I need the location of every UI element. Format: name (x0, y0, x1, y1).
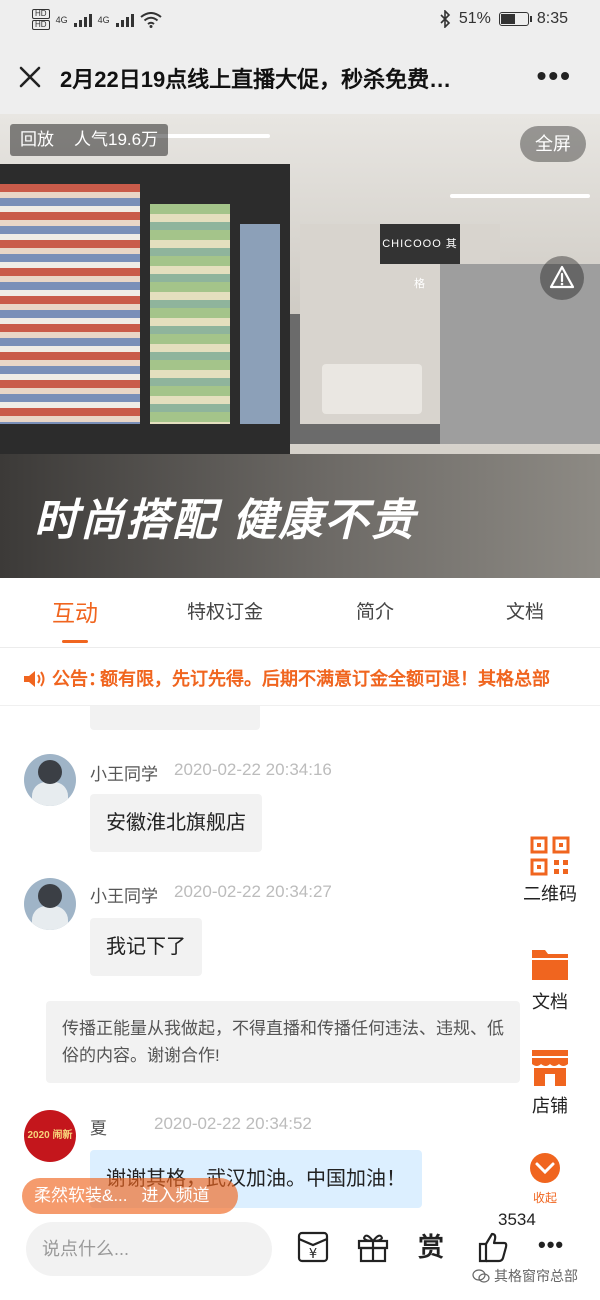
like-icon[interactable] (476, 1230, 510, 1264)
red-packet-icon[interactable]: ¥ (296, 1230, 330, 1264)
message-time: 2020-02-22 20:34:27 (174, 882, 332, 901)
status-bar: HD HD 4G 4G 51% 8:35 (0, 0, 600, 40)
live-video-player[interactable]: CHICOOO 其格 时尚搭配 健康不贵 回放 人气19.6万 全屏 (0, 114, 600, 578)
tab-privilege-deposit[interactable]: 特权订金 (150, 578, 300, 647)
replay-label: 回放 (20, 130, 54, 149)
qrcode-label: 二维码 (523, 884, 577, 904)
chevron-down-icon (530, 1153, 560, 1183)
popularity-count: 人气19.6万 (74, 130, 159, 149)
tab-documents[interactable]: 文档 (450, 578, 600, 647)
store-label: 店铺 (532, 1096, 568, 1116)
warning-icon (549, 265, 575, 289)
channel-entry[interactable]: 柔然软装&... 进入频道 (22, 1178, 238, 1214)
network-type: 4G (55, 14, 68, 25)
documents-button[interactable]: 文档 (516, 944, 584, 1014)
wechat-icon (472, 1269, 490, 1283)
video-scene-fabric-wall (0, 164, 290, 454)
folder-icon (532, 950, 568, 980)
chat-bubble-partial (90, 706, 260, 730)
store-button[interactable]: 店铺 (516, 1048, 584, 1118)
comment-input[interactable]: 说点什么... (26, 1222, 272, 1276)
replay-badge: 回放 人气19.6万 (10, 124, 169, 156)
channel-name: 柔然软装&... (34, 1186, 128, 1205)
avatar[interactable] (24, 754, 76, 806)
bluetooth-icon (440, 10, 450, 28)
tab-intro[interactable]: 简介 (300, 578, 450, 647)
hd-badges: HD HD (32, 9, 50, 30)
avatar[interactable]: 2020 闹新春 (24, 1110, 76, 1162)
store-sign: CHICOOO 其格 (380, 224, 460, 290)
announcement-text: 额有限，先订先得。后期不满意订金全额可退！其格总部 (100, 669, 550, 689)
watermark-text: 其格窗帘总部 (494, 1268, 578, 1284)
video-scene-bed (322, 364, 422, 414)
sender-name: 夏 (90, 1119, 107, 1138)
chat-list[interactable]: 小王同学 2020-02-22 20:34:16 安徽淮北旗舰店 小王同学 20… (0, 706, 600, 1216)
chat-bubble: 我记下了 (90, 918, 202, 976)
like-count: 3534 (498, 1210, 536, 1229)
battery-percent: 51% (458, 10, 491, 27)
close-icon[interactable] (14, 61, 46, 93)
tab-interaction[interactable]: 互动 (0, 578, 150, 647)
message-time: 2020-02-22 20:34:16 (174, 760, 332, 779)
watermark: 其格窗帘总部 (472, 1266, 578, 1286)
svg-text:¥: ¥ (309, 1247, 317, 1262)
more-menu-button[interactable]: ••• (537, 62, 572, 90)
avatar[interactable] (24, 878, 76, 930)
fullscreen-button[interactable]: 全屏 (520, 126, 586, 162)
hd-badge: HD (32, 9, 50, 19)
sender-name: 小王同学 (90, 765, 158, 784)
signal-indicators: HD HD 4G 4G (32, 9, 162, 30)
speaker-icon (24, 671, 45, 687)
banner-slogan: 时尚搭配 健康不贵 (34, 496, 417, 545)
gift-icon[interactable] (356, 1230, 390, 1264)
report-button[interactable] (540, 256, 584, 300)
wifi-icon (139, 11, 162, 28)
battery-icon (498, 12, 532, 26)
store-icon (532, 1050, 568, 1086)
collapse-button[interactable]: 收起 (525, 1152, 565, 1210)
tab-bar: 互动 特权订金 简介 文档 (0, 578, 600, 648)
sender-name: 小王同学 (90, 887, 158, 906)
reward-button[interactable]: 赏 (418, 1230, 452, 1264)
collapse-label: 收起 (532, 1191, 557, 1205)
documents-label: 文档 (532, 992, 568, 1012)
announcement-label: 公告： (52, 669, 106, 689)
network-type: 4G (97, 14, 110, 25)
title-bar: 2月22日19点线上直播大促，秒杀免费… ••• (0, 40, 600, 114)
enter-channel-label: 进入频道 (141, 1186, 210, 1205)
more-options-button[interactable]: ••• (538, 1230, 572, 1264)
page-title: 2月22日19点线上直播大促，秒杀免费… (60, 67, 452, 92)
hd-badge: HD (32, 20, 50, 30)
signal-icon (115, 13, 134, 27)
announcement-bar: 公告： 额有限，先订先得。后期不满意订金全额可退！其格总部 (0, 652, 600, 706)
status-right: 51% 8:35 (439, 10, 568, 28)
message-time: 2020-02-22 20:34:52 (154, 1114, 312, 1133)
qrcode-button[interactable]: 二维码 (516, 836, 584, 906)
clock: 8:35 (536, 10, 568, 27)
system-notice: 传播正能量从我做起，不得直播和传播任何违法、违规、低俗的内容。谢谢合作! (46, 1001, 520, 1083)
bottom-bar: 说点什么... ¥ 赏 3534 ••• 其格窗帘总部 (0, 1210, 600, 1300)
signal-icon (73, 13, 92, 27)
chat-bubble: 安徽淮北旗舰店 (90, 794, 262, 852)
qrcode-icon (530, 836, 570, 876)
video-scene-light (450, 194, 590, 198)
